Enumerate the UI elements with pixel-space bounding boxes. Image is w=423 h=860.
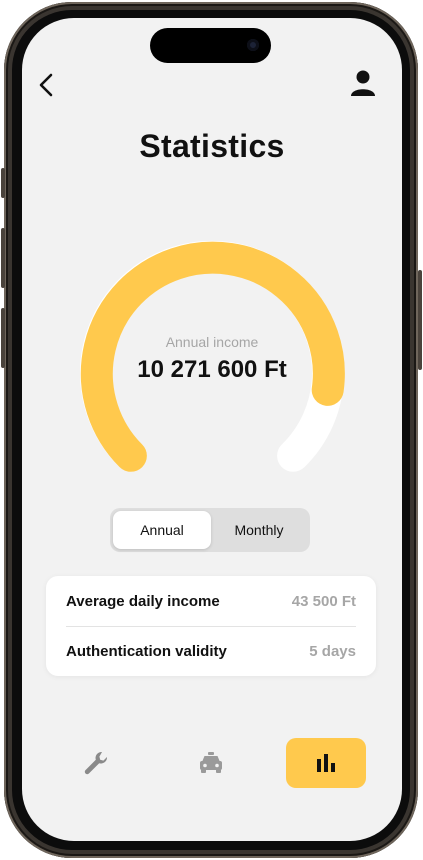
user-icon <box>351 70 375 96</box>
dynamic-island <box>150 28 271 63</box>
stats-card: Average daily income 43 500 Ft Authentic… <box>46 576 376 676</box>
stats-row: Authentication validity 5 days <box>66 640 356 662</box>
nav-taxi-button[interactable] <box>171 738 251 788</box>
divider <box>66 626 356 627</box>
gauge-value: 10 271 600 Ft <box>137 356 287 383</box>
gauge-label: Annual income <box>165 334 259 350</box>
side-button <box>1 308 5 368</box>
taxi-icon <box>200 752 222 773</box>
side-button <box>418 270 422 370</box>
camera-icon <box>247 39 259 51</box>
toggle-annual[interactable]: Annual <box>113 511 211 549</box>
toggle-monthly[interactable]: Monthly <box>210 511 308 549</box>
page-title: Statistics <box>139 128 285 164</box>
stat-value: 5 days <box>309 642 356 660</box>
wrench-icon <box>84 751 108 775</box>
period-toggle: Annual Monthly <box>110 508 310 552</box>
chevron-left-icon <box>39 73 53 97</box>
nav-tools-button[interactable] <box>56 738 136 788</box>
app-screen: Statistics Annual income 10 271 600 Ft A… <box>22 18 402 841</box>
stat-label: Average daily income <box>66 592 220 610</box>
stat-value: 43 500 Ft <box>291 592 356 610</box>
bar-chart-icon <box>317 754 335 772</box>
stats-row: Average daily income 43 500 Ft <box>66 590 356 612</box>
nav-stats-button[interactable] <box>286 738 366 788</box>
back-button[interactable] <box>32 70 62 100</box>
stat-label: Authentication validity <box>66 642 227 660</box>
side-button <box>1 168 5 198</box>
side-button <box>1 228 5 288</box>
profile-button[interactable] <box>347 68 379 100</box>
